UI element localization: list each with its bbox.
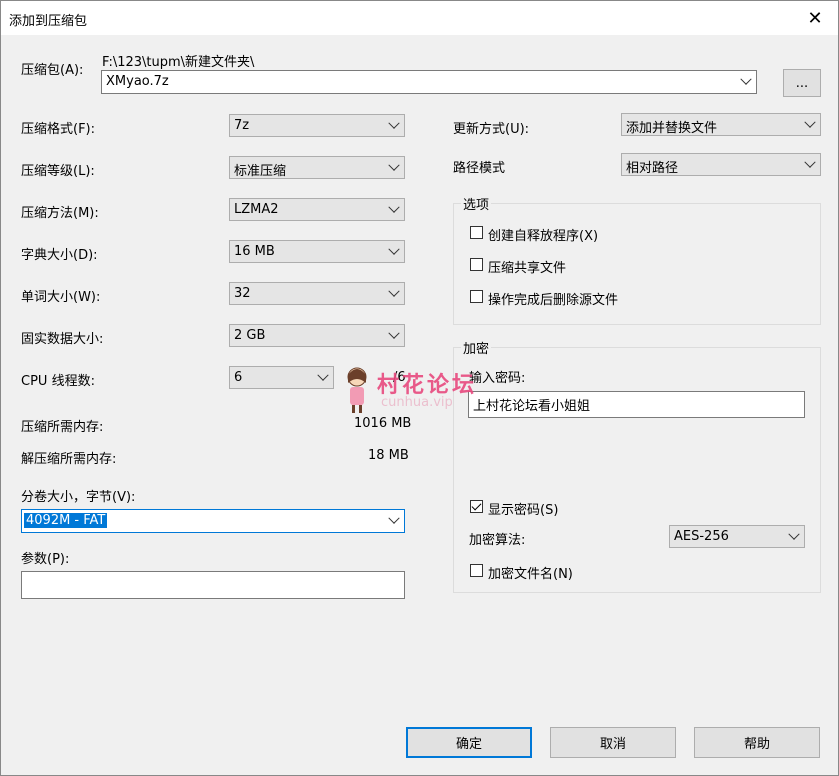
- solid-combo[interactable]: 2 GB: [229, 324, 405, 347]
- browse-button[interactable]: ...: [783, 69, 821, 97]
- mem-comp-value: 1016 MB: [354, 416, 412, 431]
- add-to-archive-dialog: 添加到压缩包 ✕ 压缩包(A): F:\123\tupm\新建文件夹\ XMya…: [0, 0, 839, 776]
- shared-label[interactable]: 压缩共享文件: [488, 257, 566, 276]
- enc-method-combo[interactable]: AES-256: [669, 525, 805, 548]
- chevron-down-icon[interactable]: [384, 241, 404, 262]
- show-password-label[interactable]: 显示密码(S): [488, 499, 558, 518]
- chevron-down-icon[interactable]: [384, 325, 404, 346]
- solid-label: 固实数据大小:: [21, 332, 104, 347]
- chevron-down-icon[interactable]: [800, 114, 820, 135]
- sfx-checkbox[interactable]: [470, 226, 483, 239]
- format-label: 压缩格式(F):: [21, 122, 96, 137]
- level-value: 标准压缩: [234, 164, 287, 179]
- archive-name-combo[interactable]: XMyao.7z: [101, 70, 757, 94]
- close-icon[interactable]: ✕: [792, 1, 838, 35]
- chevron-down-icon[interactable]: [384, 157, 404, 178]
- mem-decomp-value: 18 MB: [368, 448, 409, 463]
- chevron-down-icon[interactable]: [384, 510, 404, 531]
- archive-path: F:\123\tupm\新建文件夹\: [102, 55, 255, 70]
- chevron-down-icon[interactable]: [736, 71, 756, 92]
- mem-comp-label: 压缩所需内存:: [21, 420, 104, 435]
- enc-method-label: 加密算法:: [469, 533, 526, 548]
- password-input[interactable]: 上村花论坛看小姐姐: [468, 391, 805, 418]
- chevron-down-icon[interactable]: [384, 199, 404, 220]
- cpu-combo[interactable]: 6: [229, 366, 334, 389]
- show-password-checkbox[interactable]: [470, 500, 483, 513]
- watermark-sub: cunhua.vip: [381, 395, 453, 410]
- pathmode-value: 相对路径: [626, 161, 679, 176]
- dict-label: 字典大小(D):: [21, 248, 98, 263]
- chevron-down-icon[interactable]: [800, 154, 820, 175]
- delete-label[interactable]: 操作完成后删除源文件: [488, 289, 618, 308]
- sfx-label[interactable]: 创建自释放程序(X): [488, 225, 598, 244]
- word-combo[interactable]: 32: [229, 282, 405, 305]
- method-label: 压缩方法(M):: [21, 206, 99, 221]
- cpu-value: 6: [234, 370, 243, 385]
- update-label: 更新方式(U):: [453, 122, 530, 137]
- encrypt-names-checkbox[interactable]: [470, 564, 483, 577]
- pathmode-label: 路径模式: [453, 161, 506, 176]
- shared-checkbox[interactable]: [470, 258, 483, 271]
- password-value: 上村花论坛看小姐姐: [473, 399, 591, 414]
- options-title: 选项: [461, 194, 492, 213]
- encrypt-names-label[interactable]: 加密文件名(N): [488, 563, 573, 582]
- encrypt-title: 加密: [461, 338, 492, 357]
- level-label: 压缩等级(L):: [21, 164, 95, 179]
- delete-checkbox[interactable]: [470, 290, 483, 303]
- archive-label: 压缩包(A):: [21, 63, 84, 78]
- method-combo[interactable]: LZMA2: [229, 198, 405, 221]
- archive-name-value: XMyao.7z: [106, 74, 169, 89]
- cpu-total: /6: [393, 370, 406, 385]
- chevron-down-icon[interactable]: [384, 283, 404, 304]
- volume-label: 分卷大小，字节(V):: [21, 490, 136, 505]
- mem-decomp-label: 解压缩所需内存:: [21, 452, 117, 467]
- pathmode-combo[interactable]: 相对路径: [621, 153, 821, 176]
- cancel-button[interactable]: 取消: [550, 727, 676, 758]
- ok-button[interactable]: 确定: [406, 727, 532, 758]
- level-combo[interactable]: 标准压缩: [229, 156, 405, 179]
- word-label: 单词大小(W):: [21, 290, 101, 305]
- params-input[interactable]: [21, 571, 405, 599]
- dict-combo[interactable]: 16 MB: [229, 240, 405, 263]
- chevron-down-icon[interactable]: [784, 526, 804, 547]
- chevron-down-icon[interactable]: [384, 115, 404, 136]
- format-combo[interactable]: 7z: [229, 114, 405, 137]
- params-label: 参数(P):: [21, 552, 70, 567]
- update-value: 添加并替换文件: [626, 121, 718, 136]
- password-label: 输入密码:: [469, 371, 526, 386]
- format-value: 7z: [234, 118, 250, 133]
- solid-value: 2 GB: [234, 328, 266, 343]
- title-bar: 添加到压缩包 ✕: [1, 1, 838, 35]
- volume-combo[interactable]: 4092M - FAT: [21, 509, 405, 533]
- chevron-down-icon[interactable]: [313, 367, 333, 388]
- enc-method-value: AES-256: [674, 529, 729, 544]
- method-value: LZMA2: [234, 202, 279, 217]
- cpu-label: CPU 线程数:: [21, 374, 95, 389]
- volume-value: 4092M - FAT: [24, 513, 108, 528]
- dict-value: 16 MB: [234, 244, 275, 259]
- word-value: 32: [234, 286, 251, 301]
- help-button[interactable]: 帮助: [694, 727, 820, 758]
- update-combo[interactable]: 添加并替换文件: [621, 113, 821, 136]
- dialog-title: 添加到压缩包: [9, 14, 88, 29]
